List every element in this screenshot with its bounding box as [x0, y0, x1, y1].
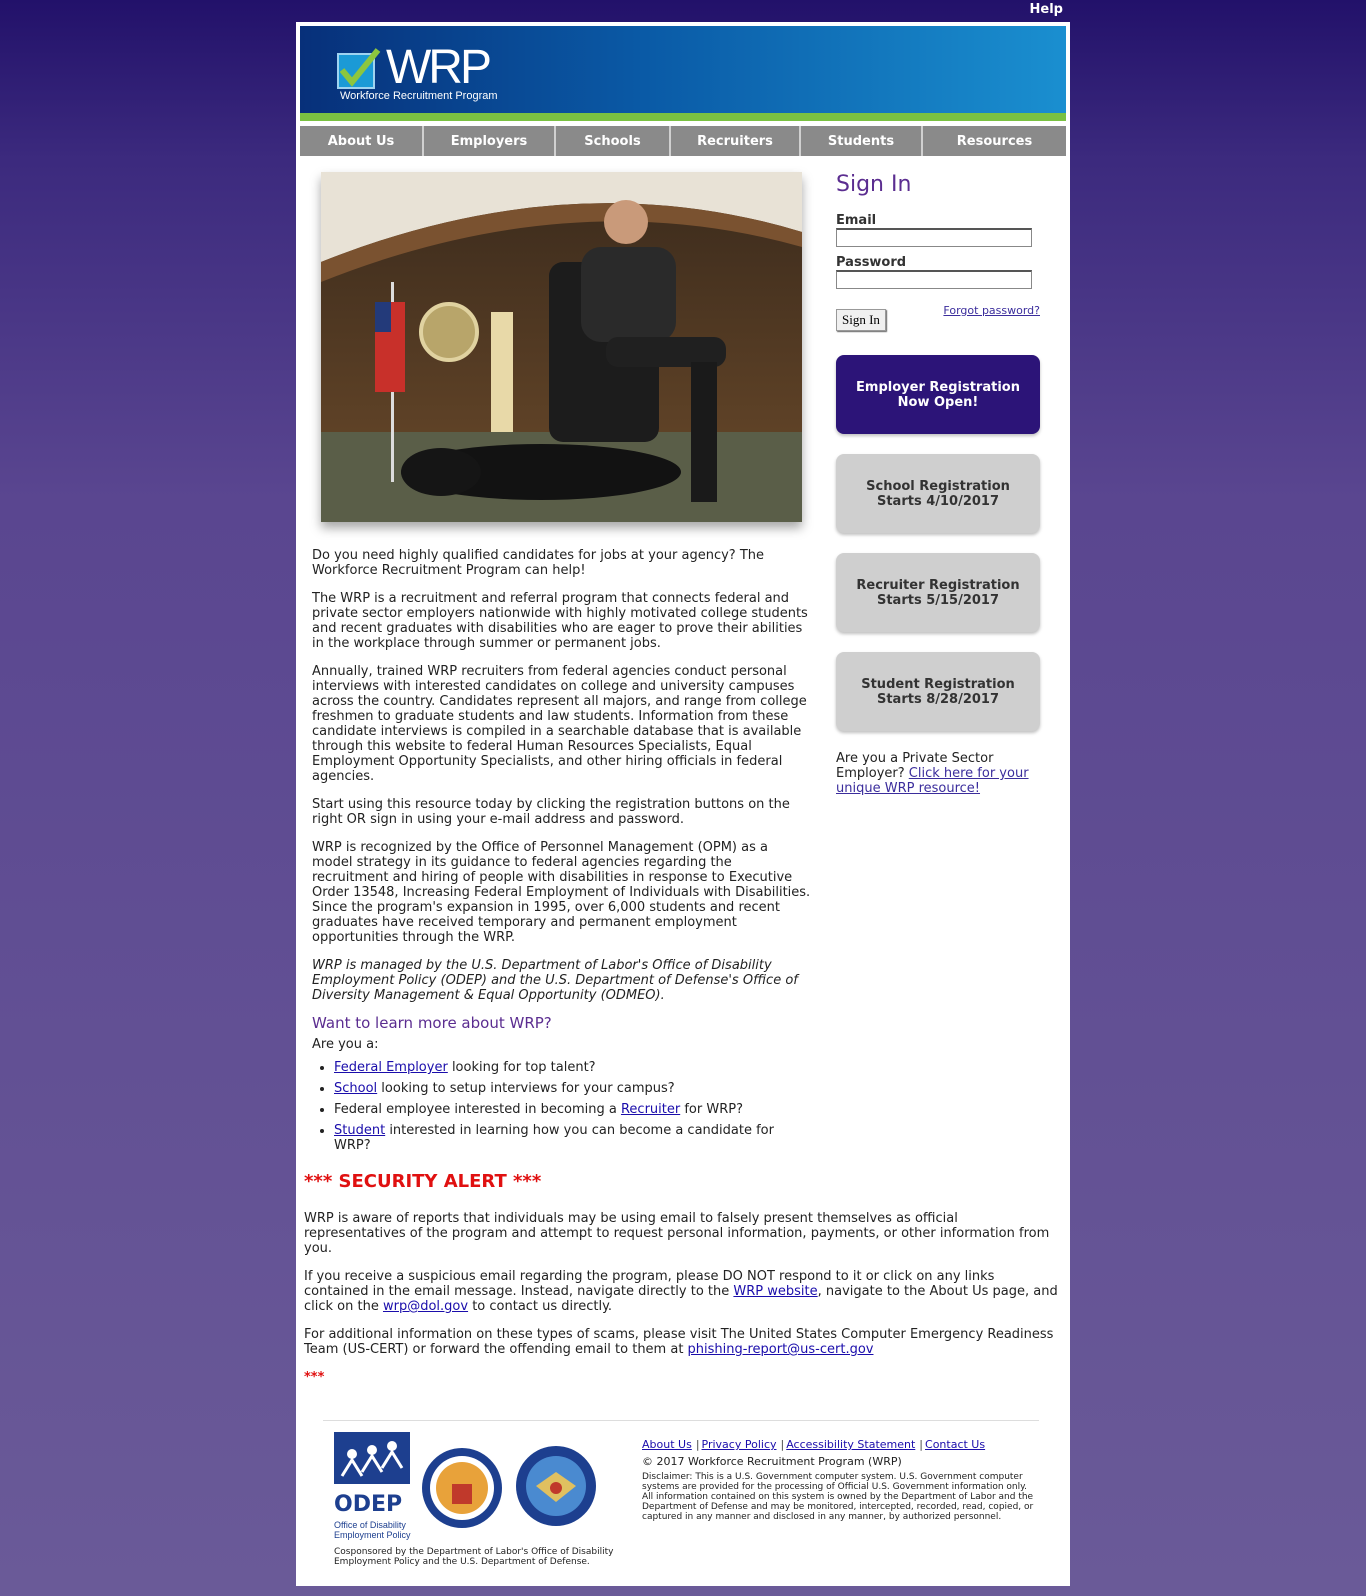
main-nav: About Us Employers Schools Recruiters St…	[300, 126, 1066, 156]
footer-separator: |	[919, 1438, 924, 1451]
page-container: WRP Workforce Recruitment Program About …	[296, 22, 1070, 1586]
nav-recruiters[interactable]: Recruiters	[671, 126, 801, 156]
recruiter-registration-button[interactable]: Recruiter Registration Starts 5/15/2017	[836, 553, 1040, 632]
alert-text: For additional information on these type…	[304, 1327, 1054, 1357]
wrp-email-link[interactable]: wrp@dol.gov	[383, 1299, 468, 1314]
list-item-text: Federal employee interested in becoming …	[334, 1102, 621, 1117]
list-item: Federal Employer looking for top talent?	[334, 1060, 812, 1075]
hero-photo	[321, 172, 802, 522]
intro-paragraph: Do you need highly qualified candidates …	[312, 548, 764, 578]
cta-line: Starts 5/15/2017	[876, 592, 1000, 608]
alert-title: *** SECURITY ALERT ***	[304, 1171, 542, 1192]
list-item-text: looking for top talent?	[447, 1060, 596, 1075]
opm-paragraph: WRP is recognized by the Office of Perso…	[312, 840, 811, 945]
managed-by-paragraph: WRP is managed by the U.S. Department of…	[312, 958, 798, 1003]
start-paragraph: Start using this resource today by click…	[312, 797, 790, 827]
employer-registration-button[interactable]: Employer Registration Now Open!	[836, 355, 1040, 434]
learn-more-heading: Want to learn more about WRP?	[312, 1014, 552, 1032]
main-content: Do you need highly qualified candidates …	[312, 548, 812, 1159]
security-alert: *** SECURITY ALERT *** WRP is aware of r…	[304, 1171, 1060, 1386]
list-item: Student interested in learning how you c…	[334, 1123, 812, 1153]
alert-text: to contact us directly.	[468, 1299, 613, 1314]
phishing-report-link[interactable]: phishing-report@us-cert.gov	[688, 1342, 874, 1357]
nav-schools[interactable]: Schools	[556, 126, 671, 156]
footer-links: About Us | Privacy Policy | Accessibility St…	[642, 1438, 1038, 1451]
checkmark-logo-icon	[337, 48, 381, 89]
department-of-defense-seal-icon	[516, 1446, 596, 1526]
footer-about-us-link[interactable]: About Us	[642, 1438, 692, 1451]
alert-end-marker: ***	[304, 1370, 325, 1385]
nav-students[interactable]: Students	[801, 126, 923, 156]
banner-stripe	[300, 113, 1066, 121]
wrp-website-link[interactable]: WRP website	[733, 1284, 817, 1299]
list-item: Federal employee interested in becoming …	[334, 1102, 812, 1117]
cosponsor-note: Cosponsored by the Department of Labor's…	[334, 1547, 614, 1567]
email-field[interactable]	[836, 228, 1032, 247]
footer-separator: |	[695, 1438, 700, 1451]
cta-line: Now Open!	[897, 394, 979, 410]
cta-line: Recruiter Registration	[856, 577, 1020, 593]
password-label: Password	[836, 255, 907, 270]
department-of-labor-seal-icon	[422, 1448, 502, 1528]
nav-resources[interactable]: Resources	[923, 126, 1066, 156]
cta-line: School Registration	[866, 478, 1010, 494]
recruiter-link[interactable]: Recruiter	[621, 1102, 680, 1117]
nav-employers[interactable]: Employers	[424, 126, 556, 156]
sponsor-logos: ODEP Office of Disability Employment Pol…	[334, 1432, 596, 1540]
footer-accessibility-link[interactable]: Accessibility Statement	[786, 1438, 915, 1451]
odep-subtitle-line: Employment Policy	[334, 1530, 411, 1540]
cta-line: Employer Registration	[856, 379, 1020, 395]
footer-separator: |	[780, 1438, 785, 1451]
recruiters-paragraph: Annually, trained WRP recruiters from fe…	[312, 664, 807, 784]
cta-line: Starts 4/10/2017	[876, 493, 1000, 509]
audience-list: Federal Employer looking for top talent?…	[312, 1060, 812, 1153]
logo-brand: WRP	[386, 41, 492, 94]
sidebar: Sign In Email Password Sign In Forgot pa…	[836, 172, 1040, 796]
header-banner: WRP Workforce Recruitment Program	[300, 26, 1066, 113]
alert-paragraph: If you receive a suspicious email regard…	[304, 1269, 1060, 1314]
wrp-logo[interactable]: WRP Workforce Recruitment Program	[336, 41, 498, 106]
list-item-text: looking to setup interviews for your cam…	[377, 1081, 675, 1096]
footer-contact-link[interactable]: Contact Us	[925, 1438, 985, 1451]
list-item-text: interested in learning how you can becom…	[334, 1123, 774, 1153]
student-link[interactable]: Student	[334, 1123, 385, 1138]
about-paragraph: The WRP is a recruitment and referral pr…	[312, 591, 808, 651]
footer-privacy-link[interactable]: Privacy Policy	[702, 1438, 777, 1451]
are-you-label: Are you a:	[312, 1037, 379, 1052]
federal-employer-link[interactable]: Federal Employer	[334, 1060, 448, 1075]
disclaimer: Disclaimer: This is a U.S. Government co…	[642, 1472, 1034, 1522]
alert-paragraph: For additional information on these type…	[304, 1327, 1060, 1357]
school-registration-button[interactable]: School Registration Starts 4/10/2017	[836, 454, 1040, 533]
list-item: School looking to setup interviews for y…	[334, 1081, 812, 1096]
signin-title: Sign In	[836, 172, 912, 197]
footer-divider	[323, 1420, 1039, 1421]
top-bar: Help	[0, 0, 1366, 22]
help-link[interactable]: Help	[1030, 2, 1063, 17]
cta-line: Student Registration	[861, 676, 1015, 692]
alert-paragraph: WRP is aware of reports that individuals…	[304, 1211, 1050, 1256]
copyright: © 2017 Workforce Recruitment Program (WR…	[642, 1455, 902, 1468]
list-item-text: for WRP?	[680, 1102, 743, 1117]
nav-about-us[interactable]: About Us	[300, 126, 424, 156]
student-registration-button[interactable]: Student Registration Starts 8/28/2017	[836, 652, 1040, 731]
cta-line: Starts 8/28/2017	[876, 691, 1000, 707]
password-field[interactable]	[836, 270, 1032, 289]
footer-seals: ODEP Office of Disability Employment Pol…	[334, 1432, 634, 1548]
odep-logo-icon: ODEP Office of Disability Employment Pol…	[334, 1432, 411, 1540]
footer-info: About Us | Privacy Policy | Accessibility St…	[642, 1438, 1038, 1522]
logo-subtitle: Workforce Recruitment Program	[340, 90, 498, 102]
odep-subtitle-line: Office of Disability	[334, 1520, 406, 1530]
email-label: Email	[836, 213, 877, 228]
signin-button[interactable]: Sign In	[836, 309, 886, 331]
private-sector-note: Are you a Private Sector Employer? Click…	[836, 751, 1040, 796]
school-link[interactable]: School	[334, 1081, 377, 1096]
odep-text: ODEP	[334, 1492, 402, 1517]
forgot-password-link[interactable]: Forgot password?	[943, 304, 1040, 317]
